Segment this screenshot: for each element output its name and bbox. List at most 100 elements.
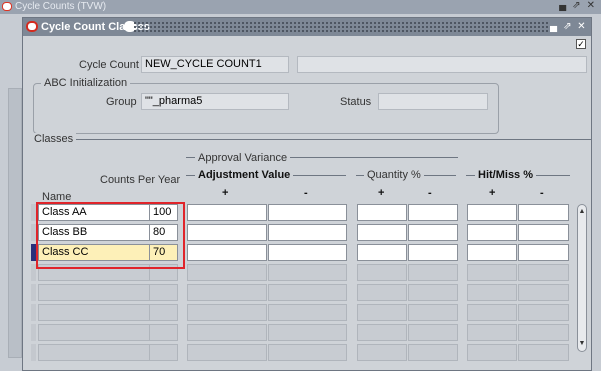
cell-qty-minus[interactable] [408,264,458,281]
cell-adj-minus[interactable] [268,324,347,341]
cell-qty-plus[interactable] [357,264,407,281]
cell-adj-plus[interactable] [187,264,267,281]
row-indicator[interactable] [31,284,36,301]
cell-counts[interactable] [149,304,178,321]
cell-qty-plus[interactable] [357,204,407,221]
cell-qty-plus[interactable] [357,244,407,261]
cell-qty-plus[interactable] [357,304,407,321]
scroll-down-icon[interactable]: ▼ [578,339,586,349]
hit-miss-pct-header: Hit/Miss % [475,169,537,181]
cell-qty-minus[interactable] [408,204,458,221]
cycle-count-field[interactable]: NEW_CYCLE COUNT1 [141,56,289,73]
minimize-icon[interactable]: ▄ [548,20,559,33]
abc-initialization-legend: ABC Initialization [41,77,131,89]
hit-miss-pct-minus-header: - [540,187,544,199]
window-titlebar[interactable]: Cycle Count Classes ▄ ⇗ ✕ [23,18,591,36]
maximize-icon[interactable]: ⇗ [572,0,580,11]
cell-qty-minus[interactable] [408,224,458,241]
cell-qty-plus[interactable] [357,284,407,301]
cell-qty-plus[interactable] [357,224,407,241]
adjustment-value-header: Adjustment Value [195,169,294,181]
cell-hit-plus[interactable] [467,224,517,241]
group-label: Group [106,96,137,108]
cell-hit-plus[interactable] [467,324,517,341]
cell-adj-minus[interactable] [268,344,347,361]
cell-adj-plus[interactable] [187,344,267,361]
cell-qty-minus[interactable] [408,344,458,361]
cell-qty-minus[interactable] [408,244,458,261]
cell-hit-plus[interactable] [467,344,517,361]
cell-counts[interactable] [149,344,178,361]
cell-adj-minus[interactable] [268,304,347,321]
cell-name[interactable] [38,284,150,301]
cell-qty-minus[interactable] [408,324,458,341]
cell-name[interactable] [38,304,150,321]
checkmark-icon[interactable]: ✓ [576,39,586,49]
cell-adj-minus[interactable] [268,264,347,281]
minimize-icon[interactable]: ▄ [559,0,566,11]
cell-adj-plus[interactable] [187,304,267,321]
row-indicator[interactable] [31,344,36,361]
adjustment-value-minus-header: - [304,187,308,199]
oracle-app-icon [26,21,38,32]
cell-adj-plus[interactable] [187,284,267,301]
classes-separator [73,139,591,140]
cell-adj-plus[interactable] [187,244,267,261]
cell-hit-minus[interactable] [518,304,569,321]
row-indicator[interactable] [31,304,36,321]
outer-window-controls: ▄ ⇗ ✕ [559,0,595,11]
hit-miss-pct-plus-header: + [489,187,496,199]
cell-qty-plus[interactable] [357,344,407,361]
status-field [378,93,488,110]
maximize-icon[interactable]: ⇗ [562,20,573,33]
quantity-pct-minus-header: - [428,187,432,199]
classes-legend: Classes [31,133,77,145]
close-icon[interactable]: ✕ [576,20,587,33]
quantity-pct-plus-header: + [378,187,385,199]
cell-adj-minus[interactable] [268,204,347,221]
window-controls: ▄ ⇗ ✕ [548,20,587,33]
oracle-app-icon [2,2,12,11]
cell-hit-minus[interactable] [518,224,569,241]
approval-variance-header: Approval Variance [195,152,291,164]
outer-window-titlebar: Cycle Counts (TVW) ▄ ⇗ ✕ [0,0,601,14]
cell-name[interactable] [38,344,150,361]
cell-adj-plus[interactable] [187,204,267,221]
cell-counts[interactable] [149,324,178,341]
grid-scrollbar[interactable]: ▲ ▼ [577,204,587,352]
cell-counts[interactable] [149,284,178,301]
cell-hit-minus[interactable] [518,244,569,261]
cell-hit-plus[interactable] [467,284,517,301]
cell-adj-minus[interactable] [268,224,347,241]
row-indicator[interactable] [31,324,36,341]
cell-hit-plus[interactable] [467,304,517,321]
cell-qty-minus[interactable] [408,304,458,321]
cell-hit-minus[interactable] [518,204,569,221]
cell-hit-plus[interactable] [467,264,517,281]
cell-hit-minus[interactable] [518,264,569,281]
cell-adj-minus[interactable] [268,244,347,261]
close-icon[interactable]: ✕ [587,0,595,11]
cell-name[interactable] [38,324,150,341]
highlight-box [36,202,185,269]
cell-hit-minus[interactable] [518,324,569,341]
cycle-count-description-field[interactable] [297,56,587,73]
counts-per-year-header: Counts Per Year [100,174,181,186]
titlebar-grip [133,21,549,32]
cell-hit-plus[interactable] [467,244,517,261]
outer-window-title: Cycle Counts (TVW) [15,1,107,12]
outer-window-panel-edge [8,88,22,358]
cell-adj-plus[interactable] [187,324,267,341]
cell-qty-minus[interactable] [408,284,458,301]
adjustment-value-plus-header: + [222,187,229,199]
cell-hit-minus[interactable] [518,284,569,301]
status-label: Status [340,96,372,108]
cell-adj-plus[interactable] [187,224,267,241]
group-field[interactable]: ""_pharma5 [141,93,289,110]
cycle-count-label: Cycle Count [79,59,139,71]
cell-hit-minus[interactable] [518,344,569,361]
cell-qty-plus[interactable] [357,324,407,341]
cell-adj-minus[interactable] [268,284,347,301]
scroll-up-icon[interactable]: ▲ [578,207,586,217]
cell-hit-plus[interactable] [467,204,517,221]
